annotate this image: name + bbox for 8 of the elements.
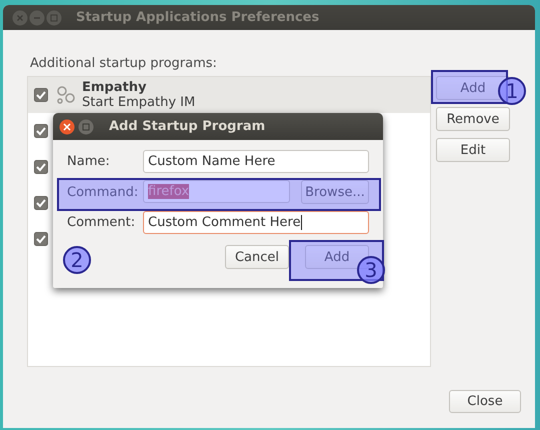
program-name: Empathy bbox=[82, 80, 148, 95]
field-label: Comment: bbox=[67, 215, 136, 230]
program-description: Start Empathy IM bbox=[82, 95, 196, 110]
field-label: Name: bbox=[67, 154, 111, 169]
list-label: Additional startup programs: bbox=[30, 56, 218, 71]
dialog-title: Add Startup Program bbox=[109, 119, 266, 134]
field-label: Command: bbox=[67, 184, 140, 200]
window-title: Startup Applications Preferences bbox=[76, 10, 320, 25]
